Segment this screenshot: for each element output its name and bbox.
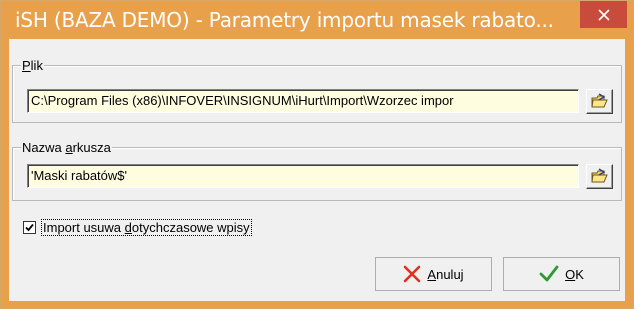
ok-button-label: OK [565, 266, 584, 282]
import-removes-option[interactable]: Import usuwa dotychczasowe wpisy [23, 219, 252, 236]
cancel-button[interactable]: Anuluj [375, 257, 492, 291]
file-group: Plik C:\Program Files (x86)\INFOVER\INSI… [12, 58, 622, 123]
dialog-window: iSH (BAZA DEMO) - Parametry importu mase… [0, 0, 634, 309]
close-button[interactable] [580, 1, 627, 28]
import-removes-label: Import usuwa dotychczasowe wpisy [41, 219, 252, 236]
browse-file-button[interactable] [586, 89, 613, 114]
sheet-name-input[interactable]: 'Maski rabatów$' [27, 164, 579, 188]
ok-button[interactable]: OK [503, 257, 620, 291]
dialog-body: Plik C:\Program Files (x86)\INFOVER\INSI… [9, 39, 625, 301]
cancel-button-label: Anuluj [427, 266, 464, 282]
browse-folder-icon [591, 168, 608, 183]
close-icon [597, 8, 610, 21]
checkmark-icon [539, 265, 559, 282]
import-removes-checkbox[interactable] [23, 221, 36, 234]
sheet-group: Nazwa arkusza 'Maski rabatów$' [12, 140, 622, 201]
window-title: iSH (BAZA DEMO) - Parametry importu mase… [15, 8, 554, 32]
file-group-label: Plik [21, 58, 44, 73]
cross-icon [404, 265, 421, 283]
title-bar[interactable]: iSH (BAZA DEMO) - Parametry importu mase… [1, 1, 633, 39]
file-path-input[interactable]: C:\Program Files (x86)\INFOVER\INSIGNUM\… [27, 89, 579, 113]
checkmark-icon [25, 223, 34, 232]
browse-sheet-button[interactable] [586, 164, 613, 189]
sheet-group-label: Nazwa arkusza [21, 140, 112, 155]
browse-folder-icon [591, 93, 608, 108]
